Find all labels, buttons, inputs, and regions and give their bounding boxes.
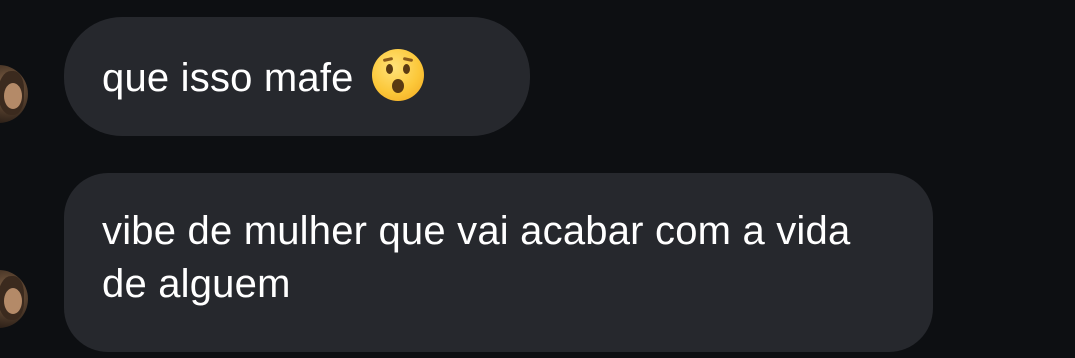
message-bubble[interactable]: que isso mafe bbox=[64, 17, 530, 136]
hushed-face-emoji-icon bbox=[371, 49, 424, 101]
chat-thread: que isso mafe vibe de mulher que vai aca… bbox=[0, 0, 1075, 358]
message-text: que isso mafe bbox=[102, 56, 354, 100]
message-text: vibe de mulher que vai acabar com a vida… bbox=[102, 209, 851, 306]
sender-avatar[interactable] bbox=[0, 65, 28, 123]
sender-avatar[interactable] bbox=[0, 270, 28, 328]
message-bubble[interactable]: vibe de mulher que vai acabar com a vida… bbox=[64, 173, 933, 352]
